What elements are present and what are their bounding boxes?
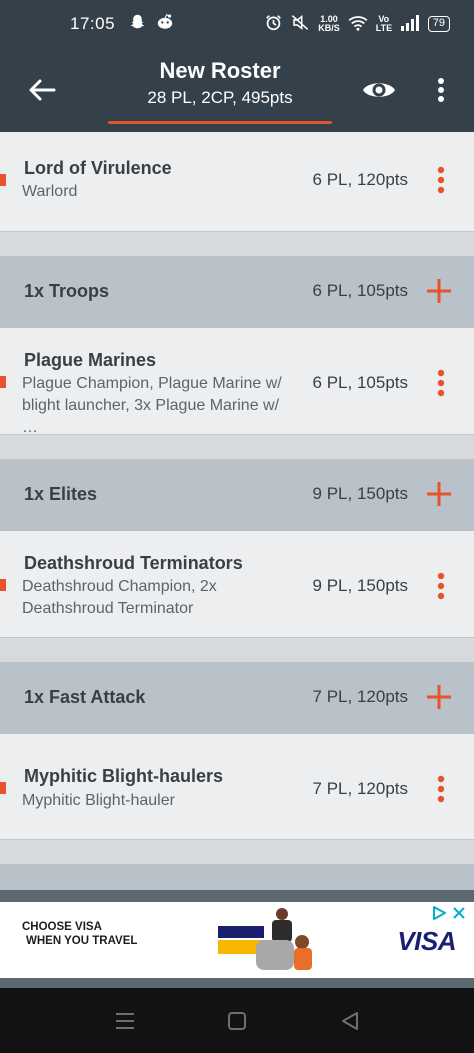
plus-icon bbox=[427, 482, 451, 506]
add-elites-button[interactable] bbox=[424, 477, 454, 511]
category-points: 7 PL, 120pts bbox=[312, 687, 408, 706]
unit-options-button[interactable] bbox=[428, 771, 454, 807]
plus-icon bbox=[427, 685, 451, 709]
signal-icon bbox=[400, 14, 420, 34]
system-nav-bar bbox=[0, 988, 474, 1053]
status-bar: 17:05 1.00 KB/S Vo LTE 79 bbox=[0, 0, 474, 48]
home-button[interactable] bbox=[222, 1008, 252, 1034]
add-fast-attack-button[interactable] bbox=[424, 680, 454, 714]
unit-marker bbox=[0, 579, 6, 591]
preview-button[interactable] bbox=[360, 72, 398, 108]
ad-headline: CHOOSE VISA WHEN YOU TRAVEL bbox=[22, 920, 137, 948]
ad-line-2: WHEN YOU TRAVEL bbox=[26, 935, 138, 947]
category-label: 1x Troops bbox=[24, 281, 110, 301]
wifi-icon bbox=[348, 15, 368, 34]
unit-points: 7 PL, 120pts bbox=[312, 779, 408, 798]
close-icon[interactable] bbox=[452, 906, 466, 920]
visa-logo: VISA bbox=[397, 926, 456, 956]
unit-name: Plague Marines bbox=[24, 350, 157, 370]
mute-icon bbox=[290, 14, 310, 34]
unit-marker bbox=[0, 782, 6, 794]
roster-summary: 28 PL, 2CP, 495pts bbox=[147, 88, 293, 107]
unit-options-button[interactable] bbox=[428, 568, 454, 604]
app-bar: New Roster 28 PL, 2CP, 495pts bbox=[0, 48, 474, 132]
reddit-icon bbox=[156, 13, 174, 35]
ad-image bbox=[216, 906, 316, 976]
unit-name: Lord of Virulence bbox=[24, 158, 172, 178]
partial-header-shadow bbox=[0, 890, 474, 902]
unit-description: Deathshroud Champion, 2x Deathshroud Ter… bbox=[22, 578, 217, 617]
eye-icon bbox=[363, 83, 395, 97]
overflow-menu-button[interactable] bbox=[426, 72, 456, 108]
battery-icon: 79 bbox=[427, 16, 450, 32]
unit-options-button[interactable] bbox=[428, 162, 454, 198]
unit-description: Plague Champion, Plague Marine w/ blight… bbox=[22, 375, 282, 436]
unit-name: Deathshroud Terminators bbox=[24, 553, 243, 573]
more-vert-icon bbox=[437, 166, 445, 194]
category-header-troops: 1x Troops 6 PL, 105pts bbox=[0, 256, 474, 328]
snapchat-icon bbox=[129, 13, 146, 35]
category-label: 1x Fast Attack bbox=[24, 687, 146, 707]
unit-card-lord-of-virulence[interactable]: Lord of Virulence Warlord 6 PL, 120pts bbox=[0, 132, 474, 232]
back-arrow-icon bbox=[29, 79, 56, 101]
unit-points: 6 PL, 120pts bbox=[312, 170, 408, 189]
network-speed: 1.00 KB/S bbox=[318, 15, 340, 33]
unit-description: Myphitic Blight-hauler bbox=[22, 792, 175, 809]
battery-level: 79 bbox=[432, 17, 445, 29]
unit-card-deathshroud-terminators[interactable]: Deathshroud Terminators Deathshroud Cham… bbox=[0, 531, 474, 638]
title-underline bbox=[108, 121, 332, 124]
add-troops-button[interactable] bbox=[424, 274, 454, 308]
speed-unit: KB/S bbox=[318, 23, 340, 33]
category-header-fast-attack: 1x Fast Attack 7 PL, 120pts bbox=[0, 662, 474, 734]
page-title: New Roster bbox=[159, 58, 281, 83]
more-vert-icon bbox=[437, 369, 445, 397]
category-points: 6 PL, 105pts bbox=[312, 281, 408, 300]
unit-card-plague-marines[interactable]: Plague Marines Plague Champion, Plague M… bbox=[0, 328, 474, 436]
more-vert-icon bbox=[437, 775, 445, 803]
more-vert-icon bbox=[438, 78, 444, 102]
category-header-elites: 1x Elites 9 PL, 150pts bbox=[0, 459, 474, 531]
unit-card-myphitic-blight-haulers[interactable]: Myphitic Blight-haulers Myphitic Blight-… bbox=[0, 734, 474, 840]
recents-button[interactable] bbox=[110, 1008, 140, 1034]
recents-icon bbox=[116, 1013, 134, 1029]
home-icon bbox=[228, 1012, 246, 1030]
unit-name: Myphitic Blight-haulers bbox=[24, 766, 224, 786]
unit-description: Warlord bbox=[22, 183, 78, 200]
unit-options-button[interactable] bbox=[428, 365, 454, 401]
category-label: 1x Elites bbox=[24, 484, 98, 504]
ad-bottom-strip bbox=[0, 978, 474, 988]
system-back-button[interactable] bbox=[335, 1008, 365, 1034]
ad-banner[interactable]: CHOOSE VISA WHEN YOU TRAVEL VISA bbox=[0, 902, 474, 978]
ad-choices-icon[interactable] bbox=[432, 906, 446, 920]
volte-label: Vo LTE bbox=[375, 14, 393, 33]
back-triangle-icon bbox=[342, 1012, 358, 1030]
ad-choices[interactable] bbox=[432, 906, 466, 920]
unit-marker bbox=[0, 376, 6, 388]
unit-marker bbox=[0, 174, 6, 186]
plus-icon bbox=[427, 279, 451, 303]
roster-title-block[interactable]: New Roster 28 PL, 2CP, 495pts bbox=[108, 58, 332, 108]
alarm-icon bbox=[265, 14, 282, 34]
status-time: 17:05 bbox=[70, 14, 116, 33]
back-button[interactable] bbox=[22, 70, 62, 110]
unit-points: 6 PL, 105pts bbox=[312, 373, 408, 392]
unit-points: 9 PL, 150pts bbox=[312, 576, 408, 595]
category-points: 9 PL, 150pts bbox=[312, 484, 408, 503]
more-vert-icon bbox=[437, 572, 445, 600]
ad-line-1: CHOOSE VISA bbox=[22, 921, 102, 933]
